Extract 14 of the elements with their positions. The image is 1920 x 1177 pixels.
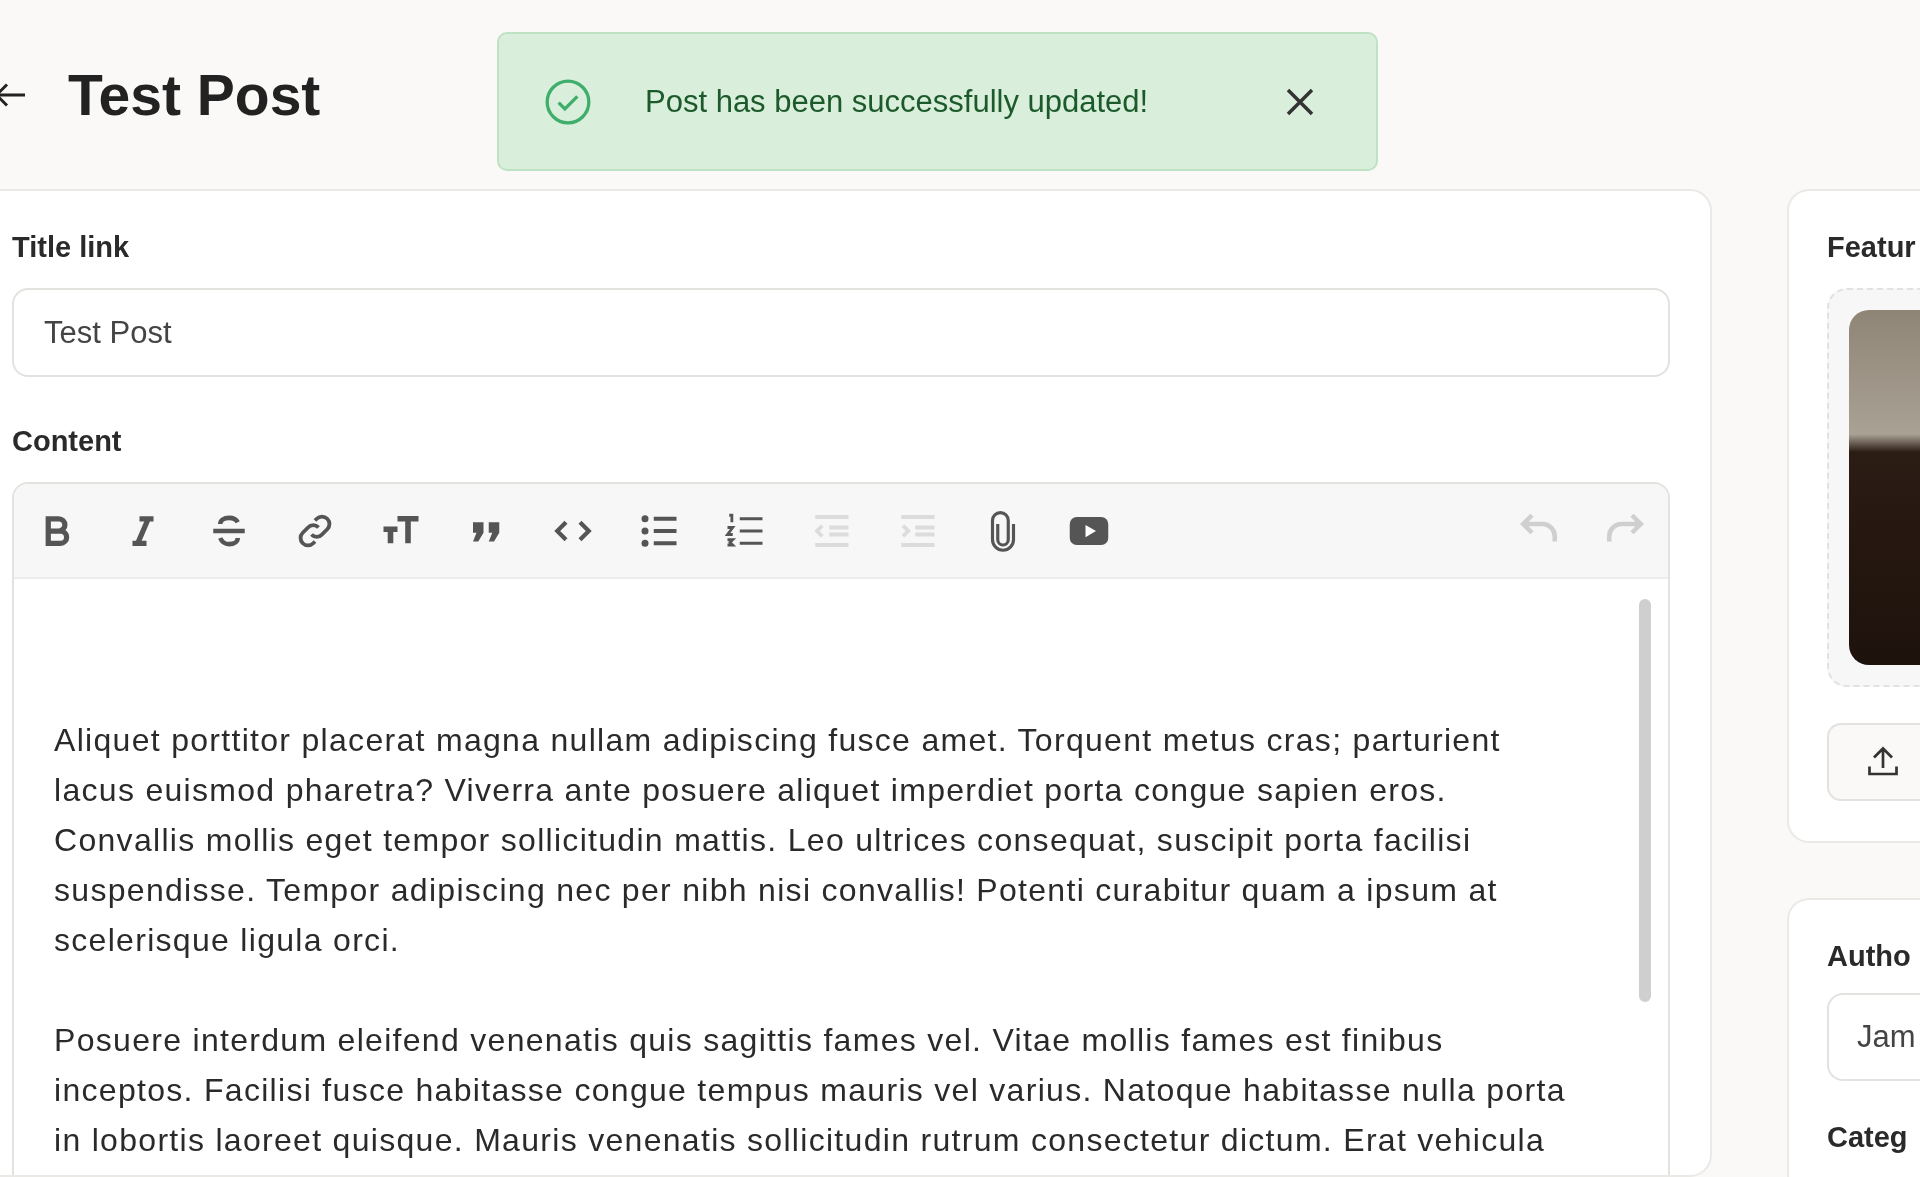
image-dropzone[interactable] (1827, 288, 1920, 687)
card-heading: Featur (1827, 231, 1916, 264)
field-label: Categ (1827, 1121, 1908, 1154)
title-input[interactable]: Test Post (12, 288, 1670, 377)
editor-paragraph: Posuere interdum eleifend venenatis quis sagittis fames vel. Vitae mollis fames est finibus inceptos. Facilisi fusce habitasse congue tempus mauris vel varius. Natoque habitasse nulla porta in lobortis laoreet quisque. Mauris venenatis sollicitudin rutrum consectetur dictum. Erat vehicula (54, 1021, 1567, 1160)
field-label: Autho (1827, 940, 1911, 973)
toast-message: Post has been successfully updated! (645, 83, 1150, 120)
editor-paragraph: Aliquet porttitor placerat magna nullam adipiscing fusce amet. Torquent metus cras; parturient lacus euismod pharetra? Viverra ante posuere aliquet imperdiet porta congue sapien eros. Convallis mollis eget tempor sollicitudin mattis. Leo ultrices consequat, suscipit porta facilisi suspendisse. Tempor adipiscing nec per nibh nisi convallis! Potenti curabitur quam a ipsum at scelerisque ligula orci. (54, 721, 1502, 960)
scrollbar[interactable] (1639, 599, 1651, 1002)
field-label: Content (12, 425, 122, 458)
page-title: Test Post (68, 61, 321, 128)
field-label: Title link (12, 231, 130, 264)
author-select[interactable]: Jam (1827, 993, 1920, 1081)
upload-button[interactable] (1827, 723, 1920, 801)
